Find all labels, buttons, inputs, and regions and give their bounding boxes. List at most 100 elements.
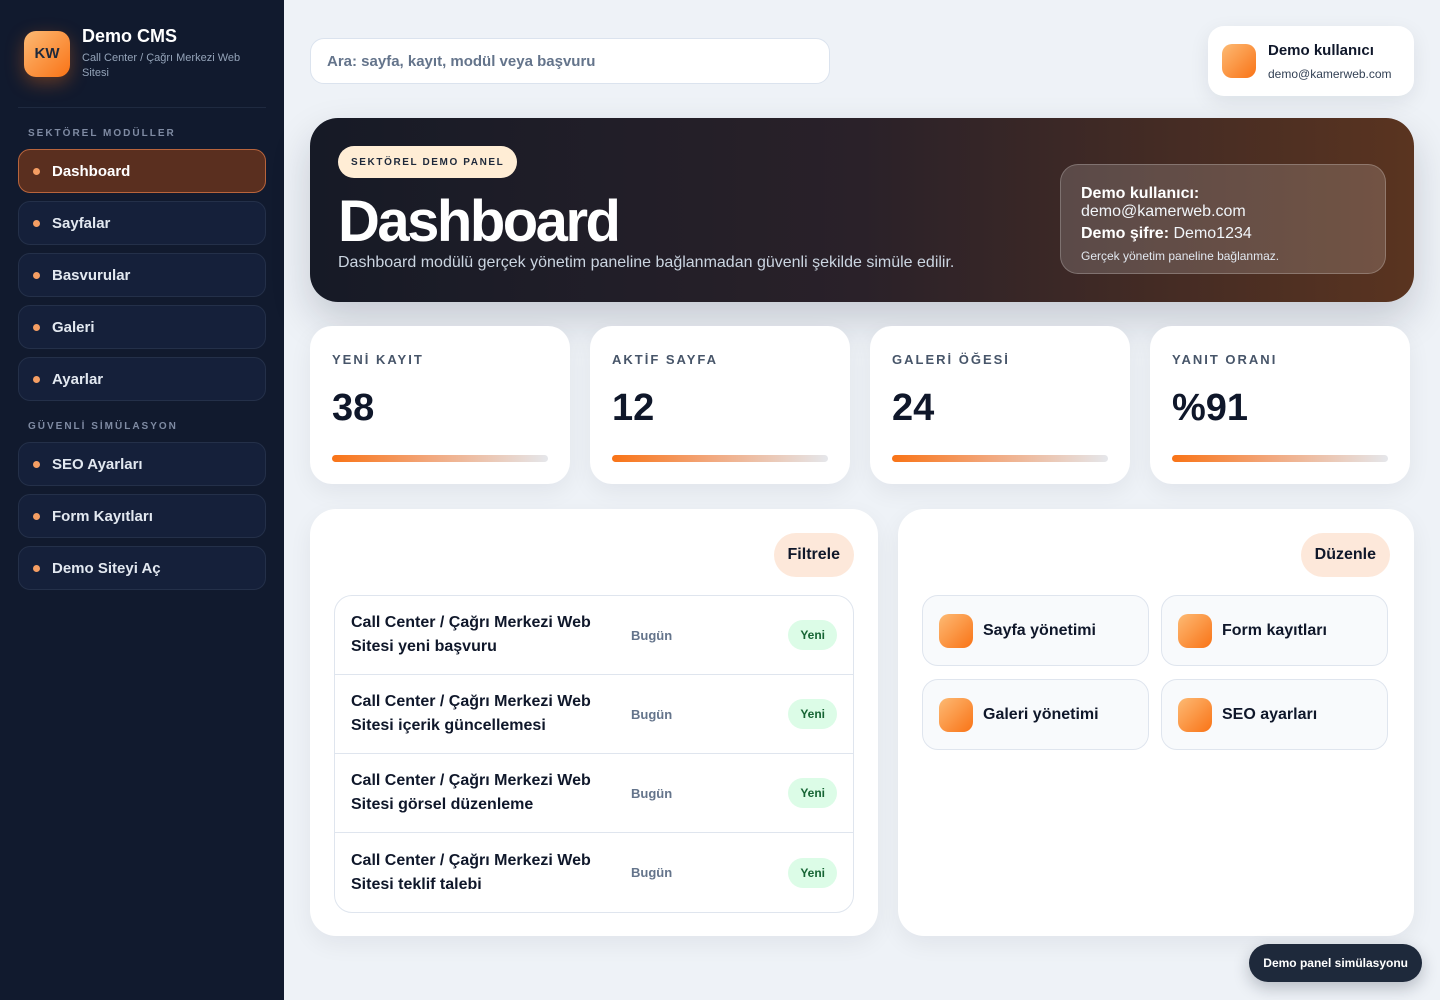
tile-label: SEO ayarları xyxy=(1222,705,1318,723)
sidebar-item-ayarlar[interactable]: Ayarlar xyxy=(18,357,266,401)
stat-progress-bar xyxy=(1172,455,1388,462)
sidebar-item-label: Demo Siteyi Aç xyxy=(52,559,161,577)
status-badge: Yeni xyxy=(788,620,837,650)
stat-value: 38 xyxy=(332,387,375,429)
hero-description: Dashboard modülü gerçek yönetim paneline… xyxy=(338,254,955,271)
tile-label: Galeri yönetimi xyxy=(983,705,1099,723)
user-name: Demo kullanıcı xyxy=(1268,41,1374,59)
list-item[interactable]: Call Center / Çağrı Merkezi Web Sitesi i… xyxy=(335,675,853,754)
record-title: Call Center / Çağrı Merkezi Web Sitesi g… xyxy=(351,772,591,813)
tile-page-management[interactable]: Sayfa yönetimi xyxy=(922,595,1149,666)
sidebar-item-label: Dashboard xyxy=(52,162,131,180)
bullet-icon xyxy=(33,564,40,572)
stat-progress-bar xyxy=(892,455,1108,462)
filter-button[interactable]: Filtrele xyxy=(773,533,854,577)
record-date: Bugün xyxy=(631,627,673,643)
modules-panel: Düzenle Sayfa yönetimi Form kayıtları Ga… xyxy=(898,509,1414,936)
bullet-icon xyxy=(33,323,40,331)
edit-button[interactable]: Düzenle xyxy=(1300,533,1390,577)
record-date: Bugün xyxy=(631,785,673,801)
record-title: Call Center / Çağrı Merkezi Web Sitesi t… xyxy=(351,851,591,893)
demo-user-label: Demo kullanıcı: xyxy=(1081,185,1200,202)
user-info: Demo kullanıcı demo@kamerweb.com xyxy=(1268,42,1392,81)
status-badge: Yeni xyxy=(788,699,837,729)
sidebar-item-label: Galeri xyxy=(52,318,95,336)
stat-label: YENİ KAYIT xyxy=(332,352,424,367)
hero-banner: SEKTÖREL DEMO PANEL Dashboard Dashboard … xyxy=(310,118,1414,302)
module-icon xyxy=(1178,613,1212,648)
bullet-icon xyxy=(33,460,40,468)
brand-title: Demo CMS xyxy=(82,26,178,46)
stat-label: GALERİ ÖĞESİ xyxy=(892,352,1010,367)
sidebar-item-seo[interactable]: SEO Ayarları xyxy=(18,442,266,486)
record-date: Bugün xyxy=(631,865,673,880)
bullet-icon xyxy=(33,167,40,175)
sidebar-item-form-records[interactable]: Form Kayıtları xyxy=(18,494,266,538)
module-tiles: Sayfa yönetimi Form kayıtları Galeri yön… xyxy=(922,595,1388,750)
demo-credentials-box: Demo kullanıcı: demo@kamerweb.com Demo ş… xyxy=(1060,164,1386,274)
sidebar-item-galeri[interactable]: Galeri xyxy=(18,305,266,349)
stat-card-gallery-items: GALERİ ÖĞESİ 24 xyxy=(870,326,1130,484)
main-content: Demo kullanıcı demo@kamerweb.com SEKTÖRE… xyxy=(284,0,1440,1000)
brand: KW Demo CMS Call Center / Çağrı Merkezi … xyxy=(18,0,266,108)
sidebar-item-label: SEO Ayarları xyxy=(52,455,143,473)
list-item[interactable]: Call Center / Çağrı Merkezi Web Sitesi y… xyxy=(335,596,853,675)
tile-form-records[interactable]: Form kayıtları xyxy=(1161,595,1388,666)
stat-value: %91 xyxy=(1172,387,1249,429)
stat-label: AKTİF SAYFA xyxy=(612,352,719,367)
record-title: Call Center / Çağrı Merkezi Web Sitesi i… xyxy=(351,693,591,734)
tile-label: Form kayıtları xyxy=(1222,621,1327,639)
sidebar-item-dashboard[interactable]: Dashboard xyxy=(18,149,266,193)
status-badge: Yeni xyxy=(788,857,837,888)
stat-value: 24 xyxy=(892,387,935,429)
sidebar-item-sayfalar[interactable]: Sayfalar xyxy=(18,201,266,245)
bullet-icon xyxy=(33,512,40,520)
record-date: Bugün xyxy=(631,706,673,722)
user-email: demo@kamerweb.com xyxy=(1268,66,1392,81)
sidebar-item-open-demo-site[interactable]: Demo Siteyi Aç xyxy=(18,546,266,590)
sidebar: KW Demo CMS Call Center / Çağrı Merkezi … xyxy=(0,0,284,1000)
tile-label: Sayfa yönetimi xyxy=(983,621,1096,639)
section-label-simulation: GÜVENLİ SİMÜLASYON xyxy=(28,421,178,432)
search-input[interactable] xyxy=(310,38,830,84)
section-label-modules: SEKTÖREL MODÜLLER xyxy=(28,128,176,139)
record-title: Call Center / Çağrı Merkezi Web Sitesi y… xyxy=(351,614,591,655)
stat-progress-bar xyxy=(612,455,828,462)
sidebar-item-label: Basvurular xyxy=(52,266,131,284)
demo-simulation-button[interactable]: Demo panel simülasyonu xyxy=(1249,944,1422,982)
brand-subtitle: Call Center / Çağrı Merkezi Web Sitesi xyxy=(82,52,241,79)
user-card[interactable]: Demo kullanıcı demo@kamerweb.com xyxy=(1208,26,1414,96)
stat-value: 12 xyxy=(612,387,655,429)
bullet-icon xyxy=(33,271,40,279)
records-panel: Filtrele Call Center / Çağrı Merkezi Web… xyxy=(310,509,878,936)
module-icon xyxy=(939,613,973,648)
demo-pass-label: Demo şifre: xyxy=(1081,225,1170,242)
bullet-icon xyxy=(33,375,40,383)
demo-user-line: Demo kullanıcı: demo@kamerweb.com xyxy=(1081,185,1365,221)
module-icon xyxy=(1178,697,1212,732)
sidebar-item-basvurular[interactable]: Basvurular xyxy=(18,253,266,297)
tile-seo-settings[interactable]: SEO ayarları xyxy=(1161,679,1388,750)
demo-pass-line: Demo şifre: Demo1234 xyxy=(1081,225,1365,243)
avatar xyxy=(1222,44,1256,78)
tile-gallery-management[interactable]: Galeri yönetimi xyxy=(922,679,1149,750)
brand-text: Demo CMS Call Center / Çağrı Merkezi Web… xyxy=(82,26,242,81)
module-icon xyxy=(939,697,973,732)
stat-progress-bar xyxy=(332,455,548,462)
sidebar-item-label: Sayfalar xyxy=(52,214,111,232)
demo-pass-value: Demo1234 xyxy=(1173,225,1252,242)
sidebar-item-label: Ayarlar xyxy=(52,370,104,388)
stat-card-active-pages: AKTİF SAYFA 12 xyxy=(590,326,850,484)
demo-note: Gerçek yönetim paneline bağlanmaz. xyxy=(1081,249,1280,263)
sidebar-item-label: Form Kayıtları xyxy=(52,507,153,525)
stat-card-response-rate: YANIT ORANI %91 xyxy=(1150,326,1410,484)
stat-card-new-records: YENİ KAYIT 38 xyxy=(310,326,570,484)
list-item[interactable]: Call Center / Çağrı Merkezi Web Sitesi g… xyxy=(335,754,853,833)
list-item[interactable]: Call Center / Çağrı Merkezi Web Sitesi t… xyxy=(335,833,853,912)
page-title: Dashboard xyxy=(338,189,621,254)
records-list: Call Center / Çağrı Merkezi Web Sitesi y… xyxy=(334,595,854,913)
stat-label: YANIT ORANI xyxy=(1172,352,1278,367)
demo-user-value: demo@kamerweb.com xyxy=(1081,203,1246,220)
hero-badge: SEKTÖREL DEMO PANEL xyxy=(338,146,518,178)
bullet-icon xyxy=(33,219,40,227)
